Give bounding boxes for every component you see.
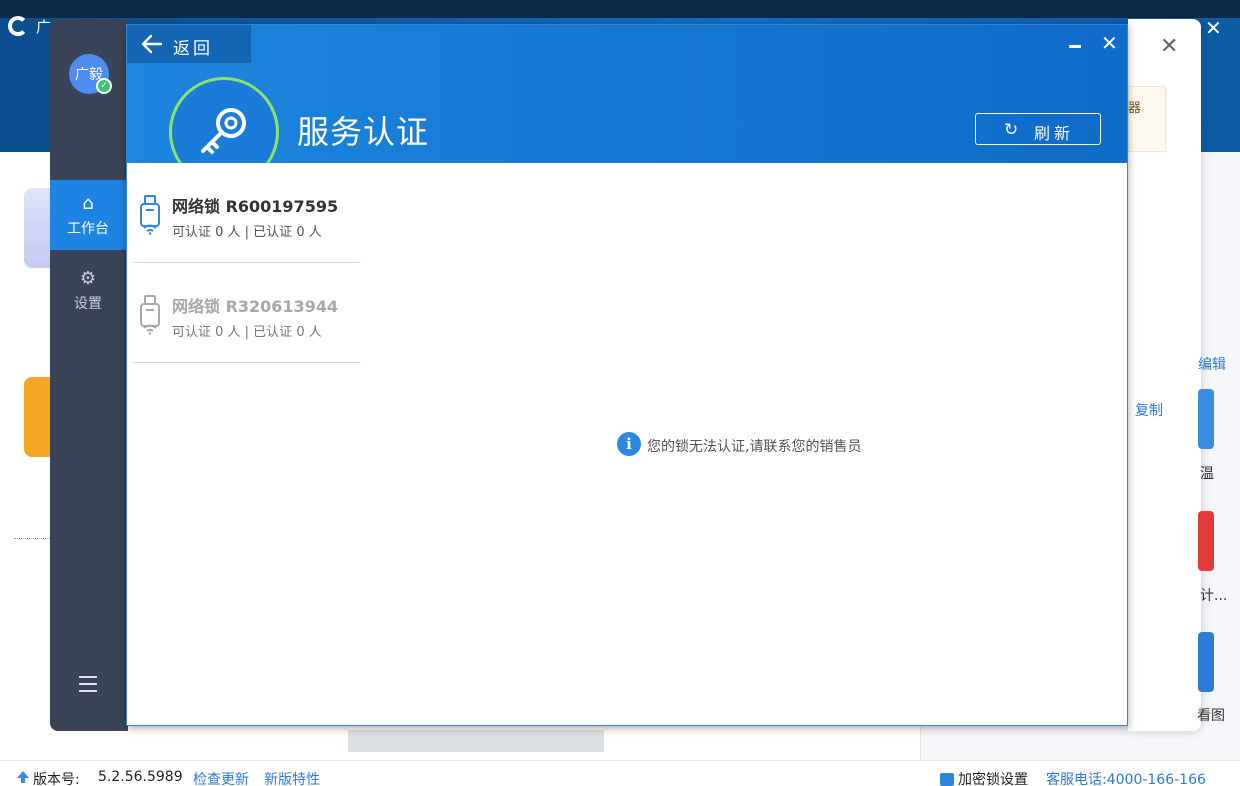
upgrade-arrow-icon	[17, 771, 29, 783]
app-tile-label: 看图	[1197, 708, 1225, 724]
network-lock-usb-icon	[140, 195, 160, 235]
refresh-label: 刷新	[1034, 124, 1075, 143]
sidebar-item-settings[interactable]: ⚙ 设置	[50, 255, 126, 325]
secondary-dialog-close-icon[interactable]: ✕	[1160, 34, 1178, 59]
home-icon: ⌂	[82, 193, 94, 214]
back-label: 返回	[173, 39, 213, 59]
version-label: 版本号:	[33, 772, 80, 786]
sidebar-item-workbench[interactable]: ⌂ 工作台	[50, 180, 126, 250]
background-app-title: 广	[36, 18, 52, 36]
taskbar-strip	[0, 0, 1240, 18]
status-message-text: 您的锁无法认证,请联系您的销售员	[647, 439, 862, 455]
check-update-link[interactable]: 检查更新	[193, 769, 249, 786]
app-tile-label: 计...	[1200, 588, 1228, 604]
lock-name: 网络锁 R320613944	[172, 297, 339, 316]
sidebar	[50, 19, 128, 731]
lock-name: 网络锁 R600197595	[172, 197, 339, 216]
edit-link[interactable]: 编辑	[1198, 354, 1226, 374]
background-placeholder	[348, 730, 604, 752]
key-icon	[201, 108, 246, 154]
dialog-header: 返回 ✕ 服务认证 ↻ 刷新	[127, 25, 1127, 163]
version-value: 5.2.56.5989	[98, 769, 183, 785]
info-icon: i	[617, 432, 641, 456]
background-close-icon[interactable]: ✕	[1205, 16, 1222, 40]
sidebar-item-label: 工作台	[67, 221, 109, 237]
copy-link[interactable]: 复制	[1135, 400, 1163, 420]
service-phone: 客服电话:4000-166-166	[1046, 772, 1206, 786]
app-logo-icon	[8, 16, 28, 36]
page-title: 服务认证	[297, 113, 430, 151]
verified-check-icon: ✓	[96, 78, 112, 94]
back-button[interactable]: 返回	[127, 25, 251, 63]
divider	[14, 538, 54, 539]
lock-stats: 可认证 0 人 | 已认证 0 人	[172, 225, 322, 240]
notice-box	[1128, 86, 1166, 152]
minimize-icon[interactable]	[1069, 45, 1081, 48]
service-auth-dialog: 返回 ✕ 服务认证 ↻ 刷新 网络锁 R600197595 可认证 0 人 | …	[126, 24, 1128, 726]
app-tile-label: 温	[1200, 466, 1214, 482]
network-lock-usb-icon	[140, 295, 160, 335]
status-bar: 版本号: 5.2.56.5989 检查更新 新版特性 加密锁设置 客服电话:40…	[0, 760, 1240, 786]
list-item[interactable]: 网络锁 R320613944 可认证 0 人 | 已认证 0 人	[133, 263, 361, 363]
notice-text: 器	[1128, 101, 1142, 116]
lock-settings-link[interactable]: 加密锁设置	[958, 769, 1028, 786]
refresh-button[interactable]: ↻ 刷新	[975, 113, 1101, 145]
sidebar-item-label: 设置	[74, 296, 102, 312]
gear-icon: ⚙	[79, 268, 97, 289]
close-icon[interactable]: ✕	[1101, 31, 1118, 55]
lock-icon	[940, 773, 954, 786]
app-tile-icon[interactable]	[1198, 389, 1214, 449]
hamburger-menu-icon[interactable]	[79, 676, 97, 692]
refresh-icon: ↻	[1004, 120, 1019, 140]
app-tile-icon[interactable]	[1198, 511, 1214, 571]
back-arrow-icon	[141, 34, 163, 54]
new-features-link[interactable]: 新版特性	[264, 769, 320, 786]
app-tile-icon[interactable]	[1198, 632, 1214, 692]
lock-stats: 可认证 0 人 | 已认证 0 人	[172, 325, 322, 340]
lock-list: 网络锁 R600197595 可认证 0 人 | 已认证 0 人 网络锁 R32…	[133, 163, 361, 363]
list-item[interactable]: 网络锁 R600197595 可认证 0 人 | 已认证 0 人	[133, 163, 361, 263]
